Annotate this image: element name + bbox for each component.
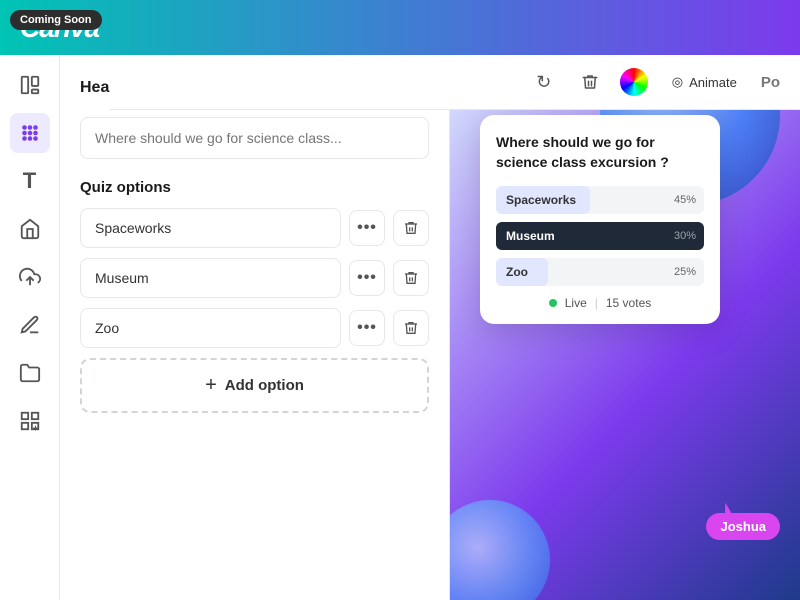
poll-bar-spaceworks: Spaceworks 45% — [496, 186, 704, 214]
quiz-options-label: Quiz options — [80, 179, 429, 196]
poll-label-zoo: Zoo — [496, 265, 538, 279]
poll-option-spaceworks: Spaceworks 45% — [496, 186, 704, 214]
option-row-1: ••• — [80, 208, 429, 248]
poll-label-museum: Museum — [496, 229, 565, 243]
add-icon: + — [205, 374, 217, 397]
option-delete-1[interactable] — [393, 210, 429, 246]
poll-card: Where should we go for science class exc… — [480, 115, 720, 324]
panel: Header ✓ Quiz options ••• ••• ••• — [60, 55, 450, 600]
sidebar-item-panels[interactable] — [10, 65, 50, 105]
option-row-3: ••• — [80, 308, 429, 348]
poll-footer: Live | 15 votes — [496, 296, 704, 310]
sidebar-item-apps[interactable] — [10, 113, 50, 153]
sidebar-item-grid[interactable]: + — [10, 401, 50, 441]
poll-pct-museum: 30% — [674, 230, 696, 242]
option-input-2[interactable] — [80, 258, 341, 298]
add-option-button[interactable]: + Add option — [80, 358, 429, 413]
poll-live-label: Live — [565, 296, 587, 310]
sidebar-item-brand[interactable] — [10, 209, 50, 249]
planet-decoration-2 — [450, 500, 550, 600]
toolbar: ↻ ◎ Animate Po — [110, 55, 800, 110]
option-delete-3[interactable] — [393, 310, 429, 346]
animate-label: Animate — [689, 75, 737, 90]
sidebar-item-folder[interactable] — [10, 353, 50, 393]
poll-label-spaceworks: Spaceworks — [496, 193, 586, 207]
poll-pct-spaceworks: 45% — [674, 194, 696, 206]
option-delete-2[interactable] — [393, 260, 429, 296]
poll-bar-zoo: Zoo 25% — [496, 258, 704, 286]
add-option-label: Add option — [225, 377, 304, 394]
more-options[interactable]: Po — [761, 74, 780, 91]
refresh-icon[interactable]: ↻ — [528, 66, 560, 98]
option-dots-1[interactable]: ••• — [349, 210, 385, 246]
animate-button[interactable]: ◎ Animate — [662, 68, 747, 96]
poll-votes-label: 15 votes — [606, 296, 651, 310]
delete-icon[interactable] — [574, 66, 606, 98]
left-sidebar: T + — [0, 55, 60, 600]
top-bar: Canva — [0, 0, 800, 55]
live-dot-icon — [549, 299, 557, 307]
poll-option-museum: Museum 30% — [496, 222, 704, 250]
option-input-1[interactable] — [80, 208, 341, 248]
poll-bar-museum: Museum 30% — [496, 222, 704, 250]
color-picker-icon[interactable] — [620, 68, 648, 96]
coming-soon-badge: Coming Soon — [10, 10, 102, 30]
sidebar-item-draw[interactable] — [10, 305, 50, 345]
poll-question: Where should we go for science class exc… — [496, 133, 704, 172]
option-row-2: ••• — [80, 258, 429, 298]
option-input-3[interactable] — [80, 308, 341, 348]
header-input[interactable] — [80, 117, 429, 159]
poll-option-zoo: Zoo 25% — [496, 258, 704, 286]
option-dots-2[interactable]: ••• — [349, 260, 385, 296]
joshua-badge: Joshua — [706, 513, 780, 540]
sidebar-item-text[interactable]: T — [10, 161, 50, 201]
animate-icon: ◎ — [672, 74, 683, 90]
canvas-area: Where should we go for science class exc… — [450, 55, 800, 600]
option-dots-3[interactable]: ••• — [349, 310, 385, 346]
poll-pct-zoo: 25% — [674, 266, 696, 278]
sidebar-item-upload[interactable] — [10, 257, 50, 297]
